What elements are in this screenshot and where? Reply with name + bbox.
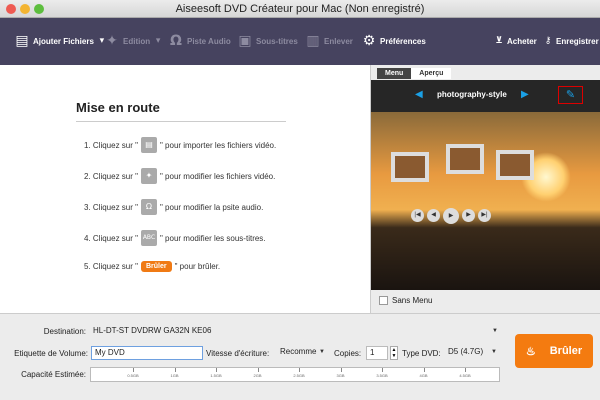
capacity-tick-mark xyxy=(258,368,259,372)
copies-label: Copies: xyxy=(334,349,361,358)
first-icon[interactable]: |◀ xyxy=(411,209,424,222)
audio-track-button[interactable]: ΩPiste Audio xyxy=(168,32,231,50)
zoom-button[interactable] xyxy=(34,4,44,14)
subtitles-button[interactable]: ▣Sous-titres xyxy=(237,32,298,50)
previous-template-icon[interactable]: ◀ xyxy=(415,89,423,100)
destination-label: Destination: xyxy=(0,327,86,336)
minimize-button[interactable] xyxy=(20,4,30,14)
magic-wand-icon: ✦ xyxy=(141,168,157,184)
capacity-tick-label: 1.5GB xyxy=(210,373,221,378)
burn-button[interactable]: ♨Brûler xyxy=(515,334,593,368)
capacity-tick-mark xyxy=(341,368,342,372)
dvd-type-label: Type DVD: xyxy=(402,349,441,358)
thumbnail-frame[interactable] xyxy=(496,150,534,180)
capacity-tick-mark xyxy=(175,368,176,372)
preferences-button[interactable]: ⚙Préférences xyxy=(361,32,426,50)
thumbnail-frame[interactable] xyxy=(446,144,484,174)
capacity-tick-label: 4.5GB xyxy=(459,373,470,378)
register-button[interactable]: ⚷Enregistrer xyxy=(543,32,599,50)
edit-button[interactable]: ✦Edition▾ xyxy=(104,32,163,50)
list-item: 2. Cliquez sur "✦" pour modifier les fic… xyxy=(84,168,275,184)
subtitles-icon: ABC xyxy=(141,230,157,246)
no-menu-checkbox[interactable]: Sans Menu xyxy=(379,296,432,305)
tab-menu[interactable]: Menu xyxy=(377,68,411,79)
menu-preview-panel: MenuAperçu ◀ photography-style ▶ ✎ |◀◀▶▶… xyxy=(370,65,600,313)
toolbar: ▤Ajouter Fichiers▾ ✦Edition▾ ΩPiste Audi… xyxy=(0,18,600,65)
flame-icon: ♨ xyxy=(526,345,536,358)
page-title: Mise en route xyxy=(76,100,160,115)
speed-select[interactable]: Recomme xyxy=(277,346,329,360)
play-icon[interactable]: ▶ xyxy=(443,208,459,224)
gear-icon: ⚙ xyxy=(361,32,377,50)
speed-label: Vitesse d'écriture: xyxy=(206,349,269,358)
last-icon[interactable]: ▶| xyxy=(478,209,491,222)
copies-stepper[interactable]: ▲▼ xyxy=(390,346,398,360)
capacity-tick-label: 3.5GB xyxy=(376,373,387,378)
capacity-tick-mark xyxy=(216,368,217,372)
divider xyxy=(76,121,286,122)
thumbnail-frame[interactable] xyxy=(391,152,429,182)
capacity-tick-label: 2GB xyxy=(253,373,261,378)
capacity-label: Capacité Estimée: xyxy=(0,370,86,379)
capacity-tick-mark xyxy=(133,368,134,372)
list-item: 1. Cliquez sur "▤" pour importer les fic… xyxy=(84,137,276,153)
capacity-tick-label: 3GB xyxy=(336,373,344,378)
buy-button[interactable]: ⊻Acheter xyxy=(494,32,537,50)
edit-icon: ✎ xyxy=(566,89,575,101)
capacity-tick-mark xyxy=(424,368,425,372)
headphones-icon: Ω xyxy=(168,32,184,50)
volume-input[interactable]: My DVD xyxy=(91,346,203,360)
list-item: 4. Cliquez sur "ABC" pour modifier les s… xyxy=(84,230,266,246)
forward-icon[interactable]: ▶ xyxy=(462,209,475,222)
rewind-icon[interactable]: ◀ xyxy=(427,209,440,222)
add-file-icon: ▤ xyxy=(14,32,30,50)
menu-preview-image: |◀◀▶▶▶| xyxy=(371,112,600,290)
capacity-bar: 0.5GB 1GB 1.5GB 2GB 2.5GB 3GB 3.5GB 4GB 4.5GB xyxy=(90,367,500,382)
magic-wand-icon: ✦ xyxy=(104,32,120,50)
headphones-icon: Ω xyxy=(141,199,157,215)
next-template-icon[interactable]: ▶ xyxy=(521,89,529,100)
add-files-button[interactable]: ▤Ajouter Fichiers▾ xyxy=(14,32,107,50)
subtitles-icon: ▣ xyxy=(237,32,253,50)
destination-select[interactable]: HL-DT-ST DVDRW GA32N KE06 xyxy=(90,325,502,339)
volume-label: Etiquette de Volume: xyxy=(0,349,88,358)
capacity-tick-label: 1GB xyxy=(170,373,178,378)
capacity-tick-label: 0.5GB xyxy=(127,373,138,378)
add-file-icon: ▤ xyxy=(141,137,157,153)
capacity-tick-mark xyxy=(465,368,466,372)
dvd-type-select[interactable]: D5 (4.7G) xyxy=(445,346,501,360)
chevron-down-icon: ▾ xyxy=(153,36,163,46)
capacity-tick-label: 2.5GB xyxy=(293,373,304,378)
capacity-tick-mark xyxy=(299,368,300,372)
capacity-tick-label: 4GB xyxy=(419,373,427,378)
burn-icon: Brûler xyxy=(141,261,172,272)
list-item: 5. Cliquez sur "Brûler" pour brûler. xyxy=(84,261,220,272)
cart-icon: ⊻ xyxy=(494,36,504,46)
tab-preview[interactable]: Aperçu xyxy=(411,68,451,79)
capacity-tick-mark xyxy=(382,368,383,372)
list-item: 3. Cliquez sur "Ω" pour modifier la psit… xyxy=(84,199,263,215)
copies-input[interactable]: 1 xyxy=(366,346,388,360)
remove-button[interactable]: ▥Enlever xyxy=(305,32,353,50)
template-name: photography-style xyxy=(437,90,507,99)
window-title: Aiseesoft DVD Créateur pour Mac (Non enr… xyxy=(176,3,425,15)
getting-started-panel: Mise en route 1. Cliquez sur "▤" pour im… xyxy=(0,65,370,313)
key-icon: ⚷ xyxy=(543,36,553,46)
edit-menu-button[interactable]: ✎ xyxy=(558,86,583,104)
close-button[interactable] xyxy=(6,4,16,14)
title-bar: Aiseesoft DVD Créateur pour Mac (Non enr… xyxy=(0,0,600,18)
remove-file-icon: ▥ xyxy=(305,32,321,50)
